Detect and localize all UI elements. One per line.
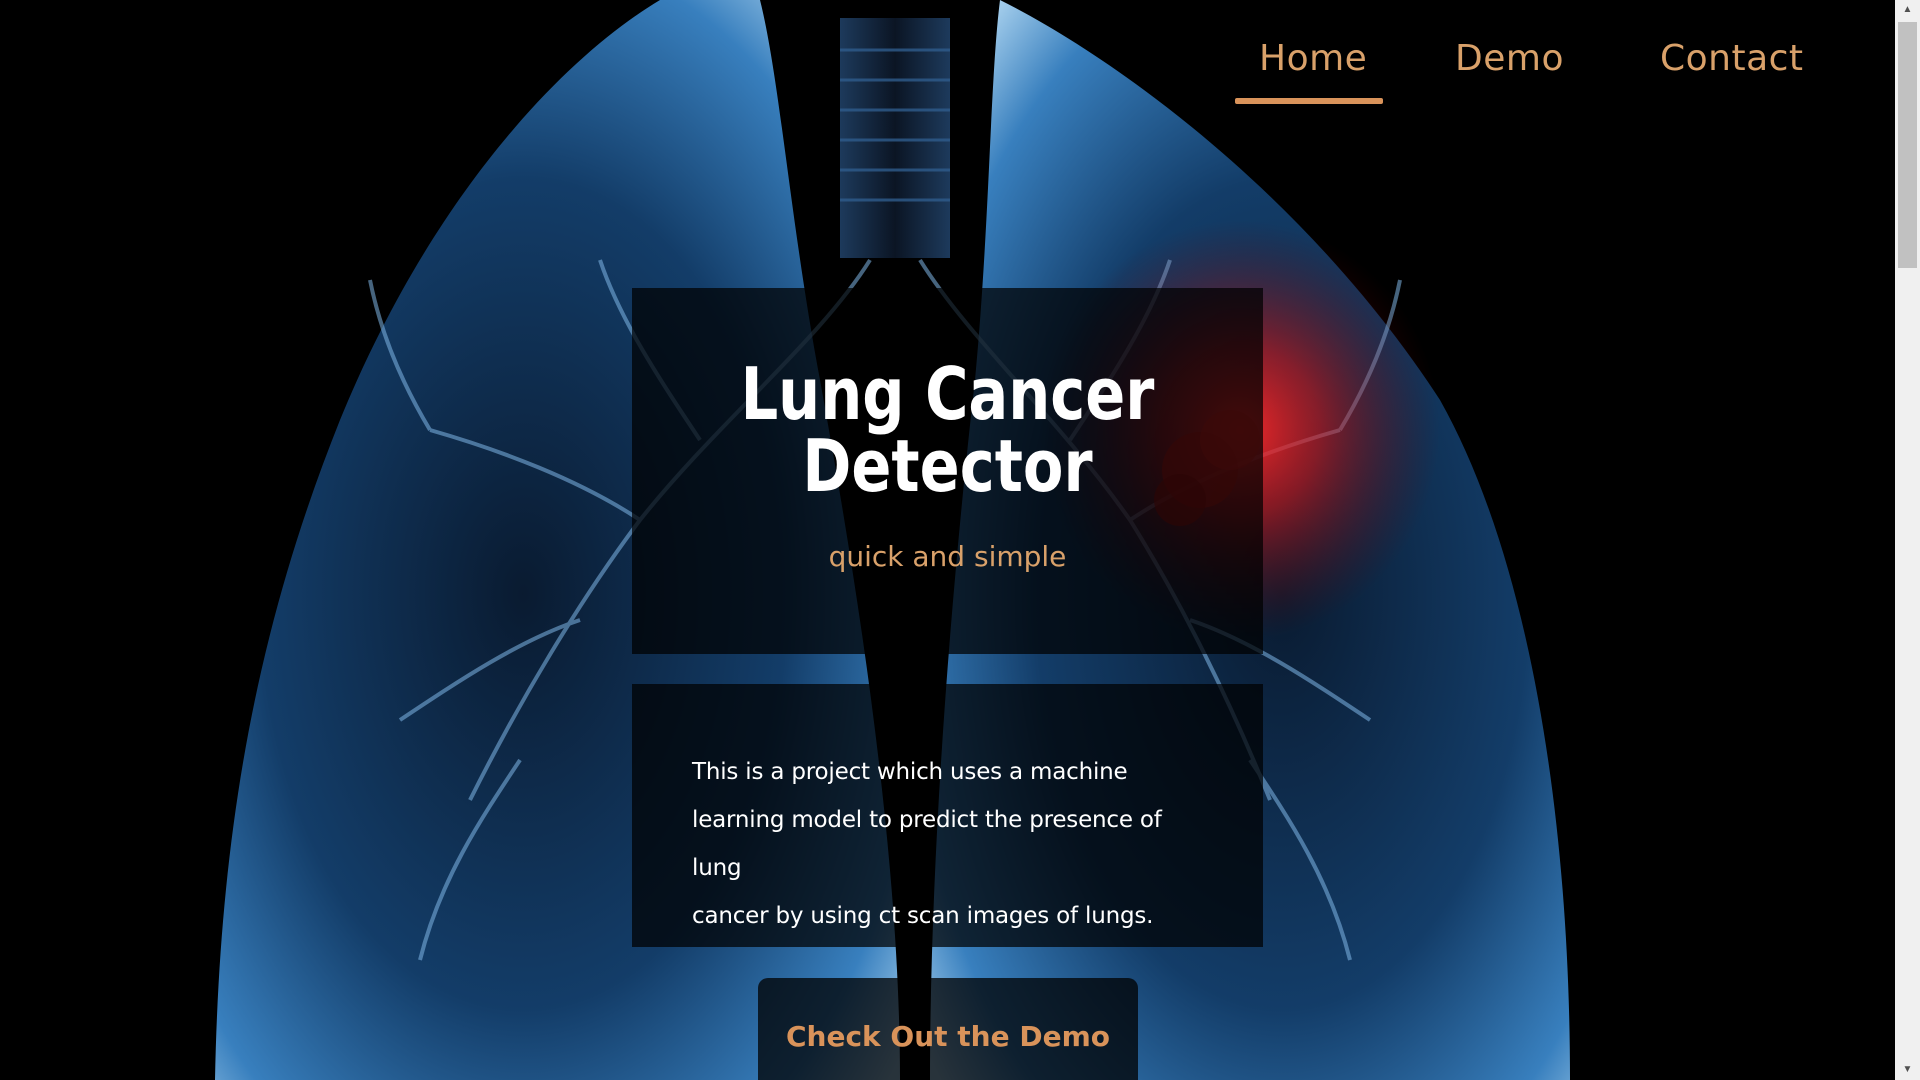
check-out-demo-label: Check Out the Demo: [785, 1020, 1110, 1053]
scroll-up-arrow-icon[interactable]: ▲: [1895, 0, 1920, 20]
description-text: This is a project which uses a machine l…: [692, 748, 1212, 940]
page-title-line2: Detector: [802, 424, 1093, 508]
description-line: learning model to predict the presence o…: [692, 807, 1162, 881]
nav-home-label: Home: [1259, 38, 1368, 79]
page-title: Lung Cancer Detector: [689, 358, 1206, 502]
nav-contact-label: Contact: [1659, 38, 1804, 79]
scrollbar-thumb[interactable]: [1898, 22, 1917, 268]
page-subtitle: quick and simple: [828, 540, 1067, 573]
vertical-scrollbar[interactable]: ▲ ▼: [1895, 0, 1920, 1080]
nav-active-underline: [1235, 98, 1383, 104]
description-line: cancer by using ct scan images of lungs.: [692, 903, 1154, 929]
hero-panel: Lung Cancer Detector quick and simple: [632, 288, 1263, 654]
check-out-demo-button[interactable]: Check Out the Demo: [758, 978, 1138, 1080]
description-panel: This is a project which uses a machine l…: [632, 684, 1263, 947]
nav-contact-link[interactable]: Contact: [1636, 0, 1828, 104]
description-line: This is a project which uses a machine: [692, 759, 1128, 785]
page-title-line1: Lung Cancer: [740, 352, 1155, 436]
main-nav: Home Demo Contact: [1235, 0, 1828, 110]
nav-demo-label: Demo: [1455, 38, 1564, 79]
nav-demo-link[interactable]: Demo: [1431, 0, 1588, 104]
page-viewport: Home Demo Contact Lung Cancer Detector q…: [0, 0, 1895, 1080]
scroll-down-arrow-icon[interactable]: ▼: [1895, 1060, 1920, 1080]
nav-home-link[interactable]: Home: [1235, 0, 1383, 104]
